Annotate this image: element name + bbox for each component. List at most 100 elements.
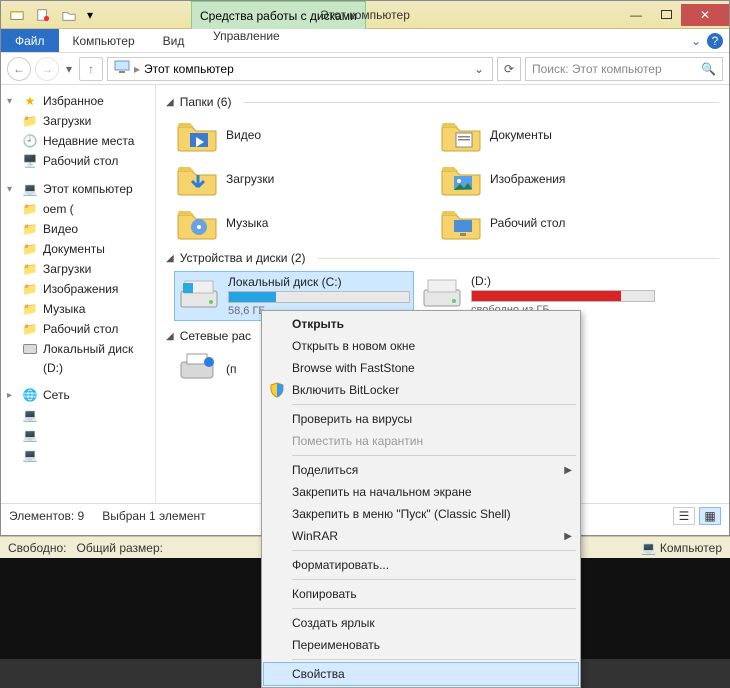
collapse-icon[interactable]: ▾ [7, 96, 17, 107]
context-menu-item[interactable]: Закрепить в меню "Пуск" (Classic Shell) [264, 503, 578, 525]
folder-item[interactable]: Документы [438, 115, 698, 155]
window-controls: — ✕ [621, 4, 729, 26]
tree-item-pictures[interactable]: 📁Изображения [3, 279, 155, 299]
tree-item-netpc[interactable]: 💻 [3, 425, 155, 445]
collapse-icon[interactable]: ◢ [166, 253, 174, 264]
menu-label: Свойства [292, 667, 345, 681]
folder-item[interactable]: Загрузки [174, 159, 434, 199]
drive-usage-bar [471, 290, 655, 302]
qat-newfolder-icon[interactable] [57, 4, 81, 26]
tree-item-downloads[interactable]: 📁Загрузки [3, 111, 155, 131]
folder-label: Видео [226, 128, 261, 142]
menu-label: Включить BitLocker [292, 383, 399, 397]
address-bar[interactable]: ▸ Этот компьютер ⌄ [107, 57, 493, 81]
recent-icon: 🕘 [21, 133, 39, 149]
tree-item-videos[interactable]: 📁Видео [3, 219, 155, 239]
breadcrumb[interactable]: ▸ Этот компьютер [110, 60, 238, 77]
tree-item-netpc[interactable]: 💻 [3, 445, 155, 465]
collapse-icon[interactable]: ▾ [7, 184, 17, 195]
group-drives-header[interactable]: ◢ Устройства и диски (2) [166, 251, 719, 265]
drive-name: Локальный диск (C:) [228, 275, 410, 289]
ribbon-collapse[interactable]: ⌄? [691, 29, 729, 52]
menu-label: Открыть в новом окне [292, 339, 415, 353]
group-label: Папки (6) [180, 95, 232, 109]
tree-item-oem[interactable]: 📁oem ( [3, 199, 155, 219]
computer-icon: 💻 [21, 427, 39, 443]
window-title: Этот компьютер [320, 8, 410, 22]
context-menu-item[interactable]: Создать ярлык [264, 612, 578, 634]
search-input[interactable]: Поиск: Этот компьютер 🔍 [525, 57, 723, 81]
tree-network[interactable]: ▸🌐Сеть [1, 385, 155, 405]
tab-computer[interactable]: Компьютер [59, 29, 149, 52]
context-menu-item[interactable]: Форматировать... [264, 554, 578, 576]
tree-item-desktop2[interactable]: 📁Рабочий стол [3, 319, 155, 339]
maximize-button[interactable] [651, 4, 681, 26]
menu-label: Поделиться [292, 463, 358, 477]
tree-item-driveD[interactable]: (D:) [3, 359, 155, 377]
collapse-icon[interactable]: ◢ [166, 331, 174, 342]
tree-item-documents[interactable]: 📁Документы [3, 239, 155, 259]
close-button[interactable]: ✕ [681, 4, 729, 26]
tree-thispc[interactable]: ▾ 💻 Этот компьютер [1, 179, 155, 199]
system-menu-icon[interactable] [5, 4, 29, 26]
folder-item[interactable]: Изображения [438, 159, 698, 199]
tab-file[interactable]: Файл [1, 29, 59, 52]
minimize-button[interactable]: — [621, 4, 651, 26]
expand-icon[interactable]: ▸ [7, 390, 17, 401]
address-dropdown-icon[interactable]: ⌄ [468, 62, 490, 76]
context-menu-item[interactable]: Открыть в новом окне [264, 335, 578, 357]
context-menu-item[interactable]: Копировать [264, 583, 578, 605]
tree-item-music[interactable]: 📁Музыка [3, 299, 155, 319]
tree-item-desktop[interactable]: 🖥️Рабочий стол [3, 151, 155, 171]
group-label: Устройства и диски (2) [180, 251, 306, 265]
tree-item-localdisk[interactable]: Локальный диск [3, 339, 155, 359]
view-icons-button[interactable]: ▦ [699, 507, 721, 525]
folder-label: Изображения [490, 172, 565, 186]
drive-icon [21, 341, 39, 357]
tree-label: Этот компьютер [43, 182, 133, 196]
tree-item-downloads2[interactable]: 📁Загрузки [3, 259, 155, 279]
context-menu-item: Поместить на карантин [264, 430, 578, 452]
help-icon[interactable]: ? [707, 33, 723, 49]
folder-label: Документы [490, 128, 552, 142]
quick-access-toolbar: ▾ [1, 4, 97, 26]
tree-label: Рабочий стол [43, 322, 118, 336]
view-details-button[interactable]: ☰ [673, 507, 695, 525]
folder-icon: 📁 [21, 241, 39, 257]
folder-item[interactable]: Видео [174, 115, 434, 155]
context-menu-item[interactable]: Поделиться ▶ [264, 459, 578, 481]
computer-icon: 💻 [21, 447, 39, 463]
tree-favorites[interactable]: ▾★Избранное [1, 91, 155, 111]
tree-item-netpc[interactable]: 💻 [3, 405, 155, 425]
tree-item-recent[interactable]: 🕘Недавние места [3, 131, 155, 151]
computer-icon: 💻 [21, 181, 39, 197]
tree-label: Загрузки [43, 114, 91, 128]
context-menu-item[interactable]: Открыть [264, 313, 578, 335]
nav-back-button[interactable]: ← [7, 57, 31, 81]
nav-history-dropdown[interactable]: ▾ [63, 62, 75, 76]
computer-icon [114, 60, 130, 77]
menu-label: Переименовать [292, 638, 380, 652]
context-menu-item[interactable]: Переименовать [264, 634, 578, 656]
group-folders-header[interactable]: ◢ Папки (6) [166, 95, 719, 109]
context-menu-item[interactable]: Проверить на вирусы [264, 408, 578, 430]
nav-forward-button[interactable]: → [35, 57, 59, 81]
submenu-arrow-icon: ▶ [564, 465, 572, 476]
context-menu-item[interactable]: Закрепить на начальном экране [264, 481, 578, 503]
refresh-button[interactable]: ⟳ [497, 57, 521, 81]
nav-up-button[interactable]: ↑ [79, 57, 103, 81]
context-menu[interactable]: Открыть Открыть в новом окне Browse with F… [261, 310, 581, 688]
context-menu-item[interactable]: Browse with FastStone [264, 357, 578, 379]
qat-properties-icon[interactable] [31, 4, 55, 26]
folder-item[interactable]: Музыка [174, 203, 434, 243]
context-menu-item[interactable]: Свойства [264, 663, 578, 685]
collapse-icon[interactable]: ◢ [166, 97, 174, 108]
context-menu-item[interactable]: WinRAR▶ [264, 525, 578, 547]
tree-label: Загрузки [43, 262, 91, 276]
context-menu-item[interactable]: Включить BitLocker [264, 379, 578, 401]
folder-item[interactable]: Рабочий стол [438, 203, 698, 243]
tab-view[interactable]: Вид [149, 29, 199, 52]
desktop-icon: 🖥️ [21, 153, 39, 169]
tab-manage[interactable]: Управление [199, 29, 294, 43]
qat-dropdown-icon[interactable]: ▾ [83, 4, 97, 26]
